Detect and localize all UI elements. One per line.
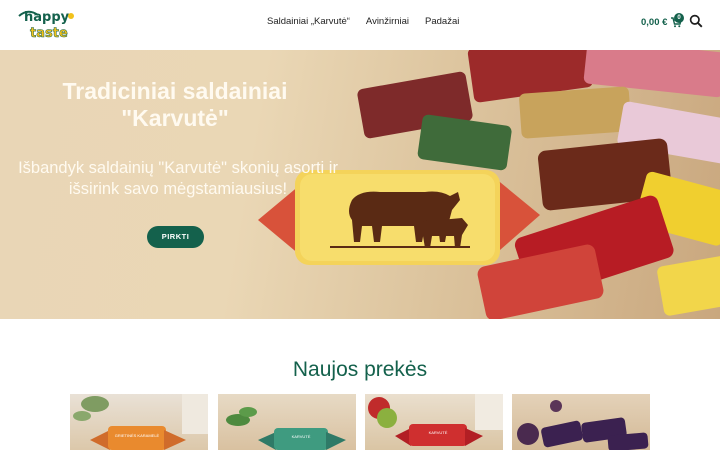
cart-count-badge: 0 [674,13,684,23]
logo-text-taste: taste [30,26,68,41]
nav-item-karvute[interactable]: Saldainiai „Karvutė“ [267,16,350,27]
hero-title: Tradiciniai saldainiai "Karvutė" [40,78,310,132]
hero-title-line2: "Karvutė" [121,105,229,131]
product-card[interactable]: KARVUTĖ [218,394,356,450]
cart-total: 0,00 € [641,16,668,28]
site-header: happy taste Saldainiai „Karvutė“ Avinžir… [0,0,720,50]
hero-subtitle-line1: Išbandyk saldainių "Karvutė" skonių asor… [18,159,338,177]
hero-subtitle-line2: išsirink savo mėgstamiausius! [68,180,288,198]
happy-taste-logo[interactable]: happy taste [16,6,78,42]
search-icon[interactable] [689,14,703,28]
new-products-title: Naujos prekės [292,358,428,381]
product-image: KARVUTĖ [226,407,346,450]
hero-banner: Tradiciniai saldainiai "Karvutė" Išbandy… [0,50,720,319]
product-image: GRIETINĖS KARAMELĖ [73,394,208,450]
main-nav: Saldainiai „Karvutė“ Avinžirniai Padažai [267,16,459,27]
product-card[interactable]: KARVUTĖ [365,394,503,450]
product-wrapper-label: KARVUTĖ [429,430,448,435]
hero-title-line1: Tradiciniai saldainiai [62,78,288,104]
logo-text-happy: happy [24,10,70,25]
product-card[interactable]: GRIETINĖS KARAMELĖ [70,394,208,450]
nav-item-avinzirniai[interactable]: Avinžirniai [366,16,409,27]
product-card[interactable] [512,394,650,450]
product-image: KARVUTĖ [368,394,503,446]
product-image [517,400,649,450]
nav-item-padazai[interactable]: Padažai [425,16,459,27]
product-wrapper-label: GRIETINĖS KARAMELĖ [115,433,160,438]
buy-button[interactable]: PIRKTI [147,226,204,248]
product-wrapper-label: KARVUTĖ [292,434,311,439]
hero-subtitle: Išbandyk saldainių "Karvutė" skonių asor… [8,158,348,200]
